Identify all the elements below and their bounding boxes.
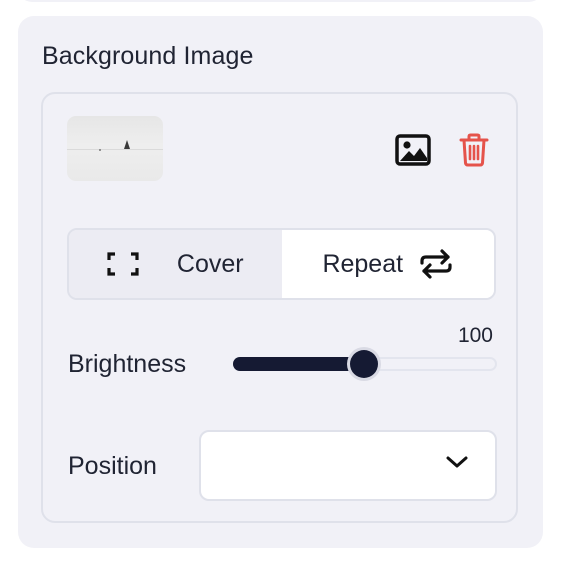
repeat-option[interactable]: Repeat — [281, 230, 494, 298]
previous-panel-edge — [18, 0, 543, 2]
thumbnail-figure — [99, 149, 101, 151]
thumbnail-horizon — [67, 149, 163, 150]
background-image-card: Cover Repeat Brightness 100 Position — [41, 92, 518, 523]
repeat-arrows-icon — [420, 249, 452, 279]
cover-label: Cover — [176, 249, 244, 278]
brightness-value: 100 — [457, 324, 493, 347]
background-size-toggle: Cover Repeat — [67, 228, 496, 300]
position-select[interactable] — [199, 430, 497, 501]
image-icon — [395, 134, 431, 166]
background-image-thumbnail[interactable] — [67, 116, 163, 181]
panel-title: Background Image — [42, 42, 254, 70]
repeat-label: Repeat — [322, 249, 404, 278]
brightness-slider[interactable] — [233, 349, 497, 379]
slider-handle[interactable] — [350, 350, 378, 378]
thumbnail-tree — [124, 140, 130, 149]
slider-fill — [233, 357, 364, 371]
brightness-label: Brightness — [68, 350, 187, 378]
delete-image-button[interactable] — [454, 130, 494, 170]
chevron-down-icon — [446, 456, 468, 468]
background-image-panel: Background Image Cover Repeat Brightness… — [18, 16, 543, 548]
replace-image-button[interactable] — [393, 130, 433, 170]
trash-icon — [459, 133, 489, 167]
position-label: Position — [68, 452, 157, 480]
expand-corners-icon — [107, 252, 139, 276]
cover-option[interactable]: Cover — [69, 230, 282, 298]
